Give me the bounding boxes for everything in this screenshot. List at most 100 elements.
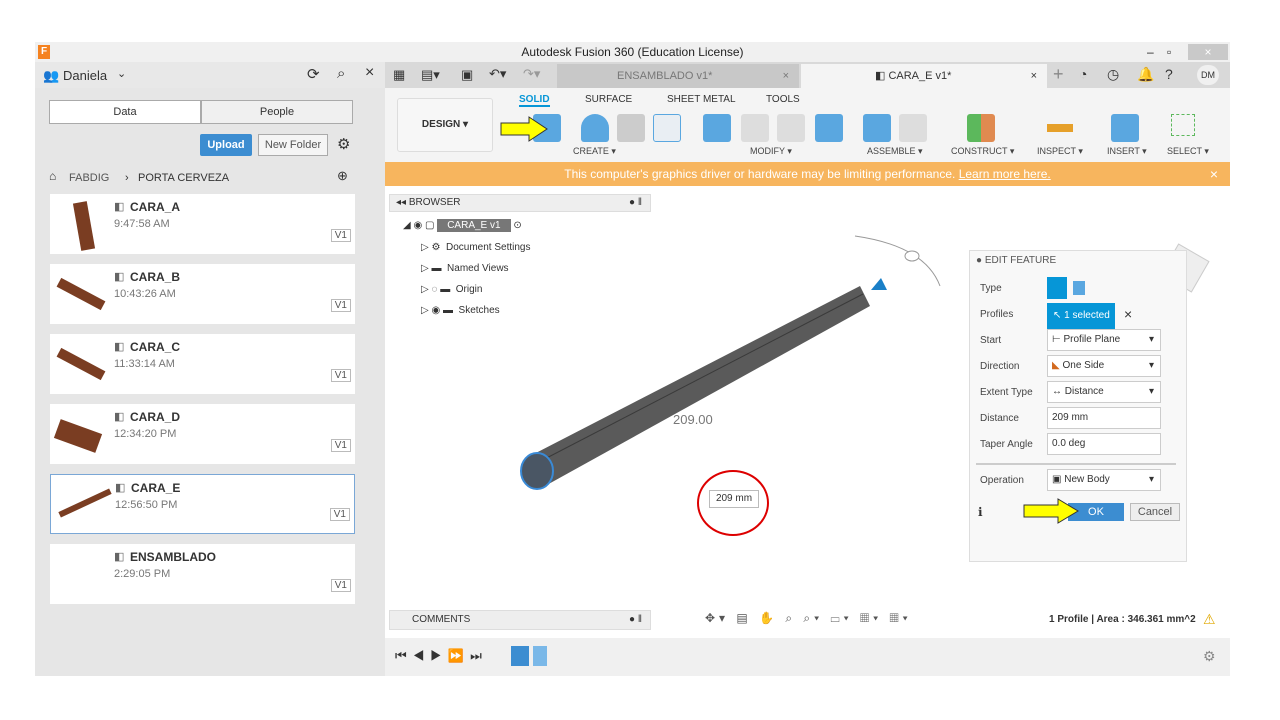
operation-dropdown[interactable]: ▣ New Body ▾ — [1047, 469, 1161, 491]
construct-plane-icon[interactable] — [967, 114, 995, 142]
browser-header[interactable]: ◂◂ BROWSER ● ‖ — [389, 194, 651, 212]
file-card[interactable]: ◧ CARA_D 12:34:20 PM V1 — [50, 404, 355, 464]
cancel-button[interactable]: Cancel — [1130, 503, 1180, 521]
grid-icon[interactable]: ▦ — [393, 67, 405, 83]
modify-menu[interactable]: MODIFY ▾ — [750, 146, 792, 157]
clear-selection-icon[interactable]: × — [1124, 306, 1132, 322]
upload-button[interactable]: Upload — [200, 134, 252, 156]
construct-menu[interactable]: CONSTRUCT ▾ — [951, 146, 1014, 157]
extruded-cylinder[interactable] — [505, 226, 985, 506]
dialog-header[interactable]: ● EDIT FEATURE — [970, 251, 1186, 271]
banner-close-button[interactable]: × — [1210, 162, 1218, 186]
version-dropdown[interactable]: V1 — [330, 439, 351, 452]
browser-item-named-views[interactable]: ▷ ▬ Named Views — [421, 263, 509, 274]
select-icon[interactable] — [1171, 114, 1195, 136]
refresh-icon[interactable]: ⟳ — [307, 65, 320, 83]
browser-root[interactable]: ◢ ◉ ▢ CARA_E v1 ⊙ — [403, 219, 522, 232]
navigation-toolbar[interactable]: ✥▾ ▤ ✋ ⌕ ⌕▾ ▭▾ ▦▾ ▦▾ — [705, 611, 912, 626]
extrude-direction-arrow — [871, 278, 887, 290]
breadcrumb-porta-cerveza[interactable]: PORTA CERVEZA — [138, 172, 229, 184]
direction-dropdown[interactable]: ◣ One Side ▾ — [1047, 355, 1161, 377]
taper-angle-field[interactable]: 0.0 deg — [1047, 433, 1161, 455]
assemble-menu[interactable]: ASSEMBLE ▾ — [867, 146, 923, 157]
close-panel-icon[interactable]: × — [365, 64, 374, 82]
comments-panel[interactable]: COMMENTS ● ‖ — [389, 610, 651, 630]
gear-icon[interactable]: ⚙ — [337, 135, 350, 153]
timeline-settings-icon[interactable]: ⚙ — [1203, 648, 1216, 665]
version-dropdown[interactable]: V1 — [330, 369, 351, 382]
restore-button[interactable]: ▫ — [1167, 42, 1171, 62]
close-button[interactable]: × — [1188, 44, 1228, 60]
type-solid-button[interactable] — [1047, 277, 1067, 299]
create-menu[interactable]: CREATE ▾ — [573, 146, 616, 157]
profiles-selection[interactable]: ↖ 1 selected — [1047, 303, 1115, 329]
undo-icon[interactable]: ↶▾ — [489, 66, 506, 82]
new-tab-icon[interactable]: + — [1053, 64, 1064, 85]
measure-icon[interactable] — [1047, 124, 1073, 132]
distance-field[interactable]: 209 mm — [1047, 407, 1161, 429]
file-icon[interactable]: ▤▾ — [421, 67, 440, 83]
file-name: CARA_A — [130, 200, 181, 214]
info-icon[interactable]: ℹ — [978, 505, 983, 519]
new-component-icon[interactable] — [863, 114, 891, 142]
tab-tools[interactable]: TOOLS — [766, 94, 800, 105]
redo-icon[interactable]: ↷▾ — [523, 66, 540, 82]
clock-icon[interactable]: ◷ — [1107, 66, 1119, 83]
timeline-extrude-feature[interactable] — [533, 646, 547, 666]
new-folder-button[interactable]: New Folder — [258, 134, 328, 156]
home-icon[interactable]: ⌂ — [49, 169, 56, 183]
fillet-icon[interactable] — [741, 114, 769, 142]
inspect-menu[interactable]: INSPECT ▾ — [1037, 146, 1083, 157]
viewport[interactable]: ◂◂ BROWSER ● ‖ ◢ ◉ ▢ CARA_E v1 ⊙ ▷ ⚙ Docu… — [385, 186, 1230, 636]
tab-surface[interactable]: SURFACE — [585, 94, 632, 105]
type-surface-button[interactable] — [1073, 281, 1085, 295]
component-icon: ◧ — [114, 201, 125, 213]
file-card[interactable]: ◧ CARA_B 10:43:26 AM V1 — [50, 264, 355, 324]
learn-more-link[interactable]: Learn more here. — [959, 167, 1051, 181]
user-dropdown[interactable]: Daniela — [63, 68, 107, 83]
extent-type-dropdown[interactable]: ↔ Distance ▾ — [1047, 381, 1161, 403]
chevron-down-icon[interactable]: ⌄ — [117, 67, 126, 80]
breadcrumb-fabdig[interactable]: FABDIG — [69, 172, 109, 184]
save-icon[interactable]: ▣ — [461, 67, 473, 83]
joint-icon[interactable] — [899, 114, 927, 142]
browser-item-origin[interactable]: ▷ ◌ ▬ Origin — [421, 284, 482, 295]
insert-image-icon[interactable] — [1111, 114, 1139, 142]
timeline-controls[interactable]: ⏮◀▶⏩⏭ — [395, 648, 488, 664]
tab-people[interactable]: People — [201, 100, 353, 124]
version-dropdown[interactable]: V1 — [330, 579, 351, 592]
timeline-sketch-feature[interactable] — [511, 646, 529, 666]
hole-icon[interactable] — [617, 114, 645, 142]
tab-ensamblado[interactable]: ENSAMBLADO v1* × — [557, 64, 799, 88]
minimize-button[interactable]: – — [1147, 42, 1154, 62]
combine-icon[interactable] — [815, 114, 843, 142]
tab-solid[interactable]: SOLID — [519, 94, 550, 107]
insert-menu[interactable]: INSERT ▾ — [1107, 146, 1147, 157]
revolve-icon[interactable] — [581, 114, 609, 142]
component-icon: ◧ — [115, 482, 126, 494]
shell-icon[interactable] — [777, 114, 805, 142]
select-menu[interactable]: SELECT ▾ — [1167, 146, 1209, 157]
browser-item-sketches[interactable]: ▷ ◉ ▬ Sketches — [421, 305, 500, 316]
job-status-icon[interactable]: ◔ — [1079, 66, 1087, 82]
version-dropdown[interactable]: V1 — [330, 299, 351, 312]
file-card[interactable]: ◧ CARA_C 11:33:14 AM V1 — [50, 334, 355, 394]
file-card-selected[interactable]: ◧ CARA_E 12:56:50 PM V1 — [50, 474, 355, 534]
tab-sheet-metal[interactable]: SHEET METAL — [667, 94, 736, 105]
notification-icon[interactable]: 🔔 — [1137, 66, 1154, 83]
start-dropdown[interactable]: ⊢ Profile Plane ▾ — [1047, 329, 1161, 351]
avatar[interactable]: DM — [1197, 65, 1219, 85]
press-pull-icon[interactable] — [703, 114, 731, 142]
tab-data[interactable]: Data — [49, 100, 201, 124]
file-card[interactable]: ◧ CARA_A 9:47:58 AM V1 — [50, 194, 355, 254]
search-icon[interactable]: ⌕ — [337, 65, 345, 82]
version-dropdown[interactable]: V1 — [329, 508, 350, 521]
workspace-dropdown[interactable]: DESIGN ▾ — [397, 98, 493, 152]
pattern-icon[interactable] — [653, 114, 681, 142]
file-card[interactable]: ◧ ENSAMBLADO 2:29:05 PM V1 — [50, 544, 355, 604]
tab-cara-e[interactable]: ◧ CARA_E v1* × — [801, 64, 1047, 88]
globe-icon[interactable]: ⊕ — [337, 168, 348, 184]
version-dropdown[interactable]: V1 — [330, 229, 351, 242]
warning-icon[interactable]: ⚠ — [1203, 611, 1216, 628]
help-icon[interactable]: ? — [1165, 66, 1173, 82]
